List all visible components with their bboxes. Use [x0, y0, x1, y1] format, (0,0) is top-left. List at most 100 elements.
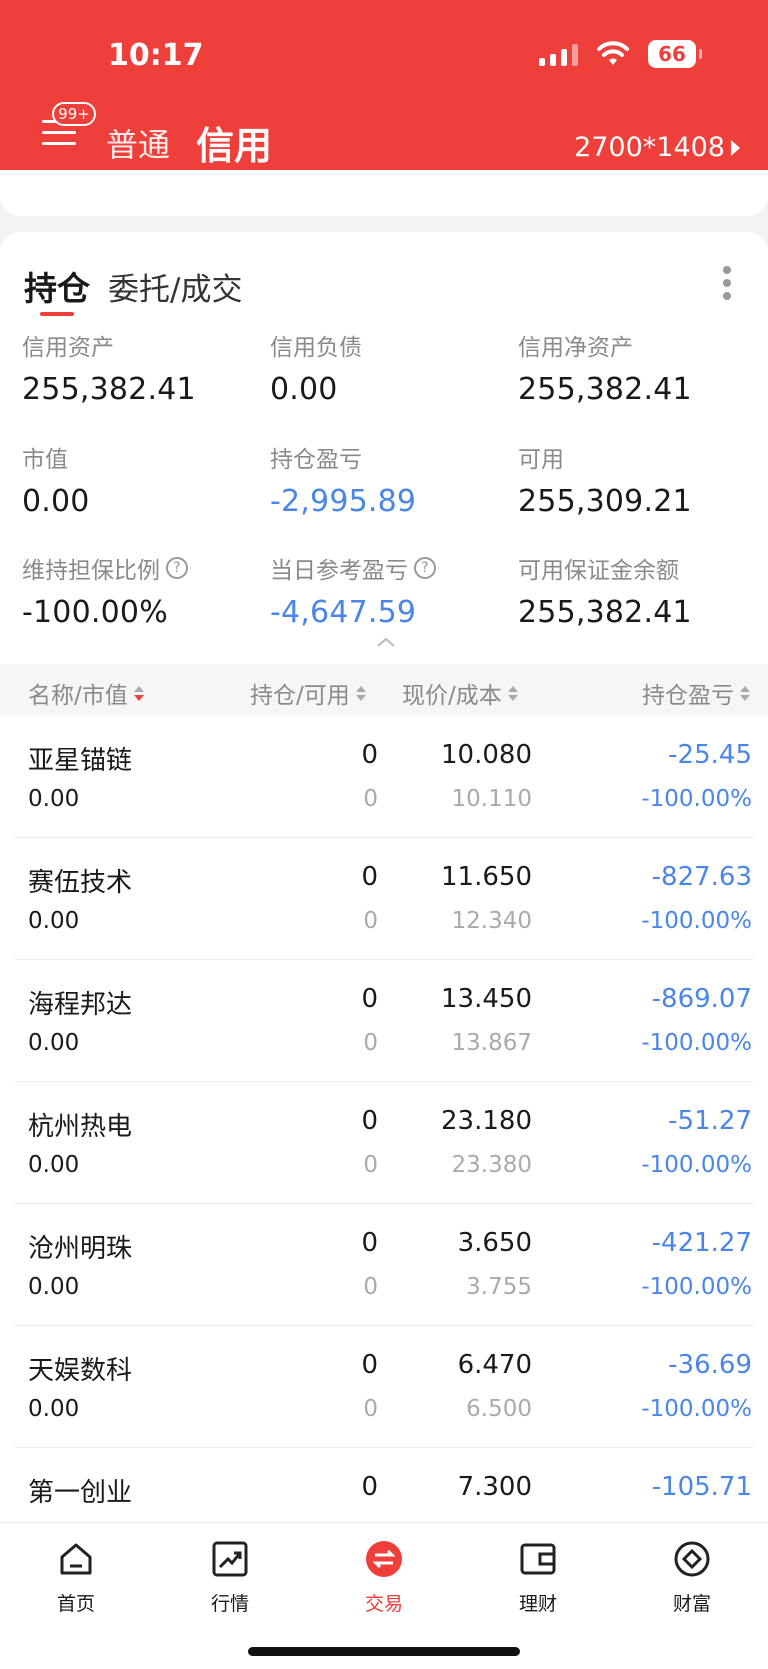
tab-holdings-label: 持仓	[24, 269, 90, 308]
stock-name: 杭州热电	[28, 1112, 133, 1142]
summary-value: -100.00%	[22, 595, 168, 630]
wifi-icon	[597, 41, 629, 65]
col-holding-pnl[interactable]: 持仓盈亏	[642, 676, 750, 710]
stock-name: 天娱数科	[28, 1356, 133, 1386]
market-value: 0.00	[28, 1396, 80, 1422]
holding-pnl: -105.71	[651, 1472, 752, 1502]
nav-item-2[interactable]: 交易	[334, 1539, 434, 1616]
cost-price: 6.500	[466, 1396, 532, 1422]
position-qty: 0	[361, 862, 378, 892]
nav-label: 财富	[672, 1593, 711, 1615]
help-icon[interactable]: ?	[166, 557, 188, 579]
nav-item-4[interactable]: 财富	[642, 1539, 742, 1616]
summary-value: 255,382.41	[518, 595, 692, 630]
col-name-market-value[interactable]: 名称/市值	[28, 676, 144, 710]
tab-orders[interactable]: 委托/成交	[108, 264, 242, 309]
summary-value: -4,647.59	[270, 595, 417, 630]
current-price: 23.180	[441, 1106, 532, 1136]
sort-icon	[740, 685, 750, 701]
nav-label: 行情	[210, 1593, 249, 1615]
summary-value: 0.00	[22, 484, 90, 519]
app-header: 10:17 66 99+ 普通 信用 2700*1408	[0, 0, 768, 176]
holding-pnl: -827.63	[651, 862, 752, 892]
home-icon	[26, 1539, 126, 1583]
card-tabs: 持仓 委托/成交	[24, 262, 242, 316]
market-value: 0.00	[28, 908, 80, 934]
nav-item-0[interactable]: 首页	[26, 1539, 126, 1616]
help-icon[interactable]: ?	[414, 557, 436, 579]
message-badge: 99+	[52, 102, 96, 126]
holding-pnl: -51.27	[668, 1106, 752, 1136]
available-qty: 0	[363, 1030, 378, 1056]
stock-name: 亚星锚链	[28, 746, 133, 776]
summary-value: 0.00	[270, 372, 338, 407]
nav-item-3[interactable]: 理财	[488, 1539, 588, 1616]
tab-normal-account[interactable]: 普通	[106, 120, 170, 166]
summary-label: 可用保证金余额	[518, 558, 679, 584]
nav-item-1[interactable]: 行情	[180, 1539, 280, 1616]
market-value: 0.00	[28, 1030, 80, 1056]
tab-credit-account[interactable]: 信用	[196, 115, 272, 170]
current-price: 6.470	[457, 1350, 532, 1380]
market-value: 0.00	[28, 1274, 80, 1300]
nav-label: 首页	[56, 1593, 95, 1615]
summary-label: 信用净资产	[518, 335, 633, 361]
market-value: 0.00	[28, 1152, 80, 1178]
current-price: 11.650	[441, 862, 532, 892]
caret-right-icon	[731, 139, 740, 156]
summary-label: 信用资产	[22, 335, 114, 361]
position-qty: 0	[361, 1228, 378, 1258]
summary-item: 持仓盈亏 -2,995.89	[270, 440, 510, 519]
holdings-table-header: 名称/市值 持仓/可用 现价/成本 持仓盈亏	[0, 664, 768, 716]
summary-item: 维持担保比例? -100.00%	[22, 551, 262, 630]
status-icons: 66	[539, 40, 702, 68]
col-position-available[interactable]: 持仓/可用	[250, 676, 366, 710]
col-price-cost[interactable]: 现价/成本	[402, 676, 518, 710]
chevron-up-icon[interactable]	[377, 637, 395, 647]
current-price: 7.300	[457, 1472, 532, 1502]
table-row[interactable]: 赛伍技术 0.00 0 0 11.650 12.340 -827.63 -100.00%	[14, 838, 754, 960]
summary-label: 信用负债	[270, 335, 362, 361]
available-qty: 0	[363, 908, 378, 934]
summary-value: 255,309.21	[518, 484, 692, 519]
table-row[interactable]: 杭州热电 0.00 0 0 23.180 23.380 -51.27 -100.00%	[14, 1082, 754, 1204]
current-price: 10.080	[441, 740, 532, 770]
available-qty: 0	[363, 1152, 378, 1178]
wealth-icon	[642, 1539, 742, 1583]
sort-icon	[507, 685, 518, 701]
available-qty: 0	[363, 1274, 378, 1300]
more-options-icon[interactable]	[722, 266, 732, 300]
stock-name: 第一创业	[28, 1478, 133, 1508]
summary-value: 255,382.41	[22, 372, 196, 407]
table-row[interactable]: 海程邦达 0.00 0 0 13.450 13.867 -869.07 -100.00%	[14, 960, 754, 1082]
cost-price: 3.755	[466, 1274, 532, 1300]
current-price: 13.450	[441, 984, 532, 1014]
stock-name: 沧州明珠	[28, 1234, 133, 1264]
tab-active-indicator	[40, 312, 74, 316]
table-row[interactable]: 天娱数科 0.00 0 0 6.470 6.500 -36.69 -100.00%	[14, 1326, 754, 1448]
holding-pnl-pct: -100.00%	[641, 1030, 752, 1056]
position-qty: 0	[361, 1472, 378, 1502]
summary-item: 可用保证金余额 255,382.41	[518, 551, 758, 630]
summary-item: 信用负债 0.00	[270, 328, 510, 407]
wallet-icon	[488, 1539, 588, 1583]
home-indicator	[248, 1647, 520, 1656]
available-qty: 0	[363, 786, 378, 812]
available-qty: 0	[363, 1396, 378, 1422]
holdings-card: 持仓 委托/成交 信用资产 255,382.41 信用负债 0.00 信用净资产 255,…	[0, 232, 768, 1522]
table-row[interactable]: 亚星锚链 0.00 0 0 10.080 10.110 -25.45 -100.00%	[14, 716, 754, 838]
battery-icon: 66	[648, 40, 702, 68]
signal-icon	[539, 42, 578, 66]
summary-item: 市值 0.00	[22, 440, 262, 519]
nav-label: 理财	[518, 1593, 557, 1615]
tab-holdings[interactable]: 持仓	[24, 262, 90, 316]
summary-item: 可用 255,309.21	[518, 440, 758, 519]
current-price: 3.650	[457, 1228, 532, 1258]
sort-icon	[133, 685, 144, 701]
summary-item: 信用资产 255,382.41	[22, 328, 262, 407]
holding-pnl: -25.45	[668, 740, 752, 770]
account-selector[interactable]: 2700*1408	[574, 132, 740, 163]
sort-icon	[355, 685, 366, 701]
table-row[interactable]: 沧州明珠 0.00 0 0 3.650 3.755 -421.27 -100.00%	[14, 1204, 754, 1326]
holding-pnl-pct: -100.00%	[641, 1274, 752, 1300]
